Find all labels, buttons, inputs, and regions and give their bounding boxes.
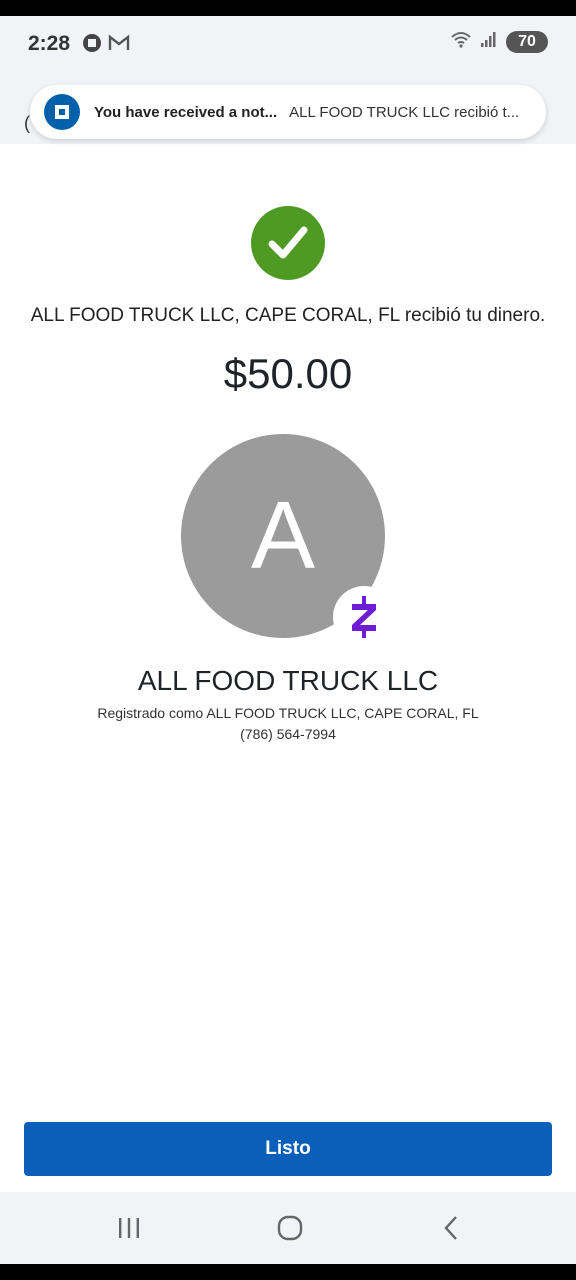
home-icon[interactable] xyxy=(265,1210,315,1246)
status-time: 2:28 xyxy=(28,32,71,55)
avatar-initial: A xyxy=(250,482,316,589)
system-nav-bar xyxy=(0,1192,576,1264)
zelle-icon xyxy=(333,586,395,648)
wifi-icon xyxy=(450,30,472,53)
recents-icon[interactable] xyxy=(104,1210,154,1246)
bottom-frame xyxy=(0,1264,576,1280)
recipient-name: ALL FOOD TRUCK LLC xyxy=(137,665,439,696)
signal-icon xyxy=(480,30,498,53)
partial-header-glyph: ( xyxy=(24,113,30,133)
chase-app-icon xyxy=(82,33,102,58)
notification-title: You have received a not... xyxy=(94,103,278,121)
checkmark-icon xyxy=(251,206,325,280)
done-button[interactable]: Listo xyxy=(24,1122,552,1176)
top-frame xyxy=(0,0,576,16)
notification-body: ALL FOOD TRUCK LLC recibió t... xyxy=(289,103,520,121)
registered-as: Registrado como ALL FOOD TRUCK LLC, CAPE… xyxy=(97,705,479,721)
back-icon[interactable] xyxy=(426,1210,476,1246)
battery-icon: 70 xyxy=(506,30,548,53)
recipient-phone: (786) 564-7994 xyxy=(240,726,336,742)
confirmation-message: ALL FOOD TRUCK LLC, CAPE CORAL, FL recib… xyxy=(30,305,546,326)
gmail-icon xyxy=(108,34,130,57)
notification-banner[interactable]: You have received a not... ALL FOOD TRUC… xyxy=(30,85,546,139)
payment-amount: $50.00 xyxy=(223,350,353,397)
chase-app-icon xyxy=(44,94,80,130)
